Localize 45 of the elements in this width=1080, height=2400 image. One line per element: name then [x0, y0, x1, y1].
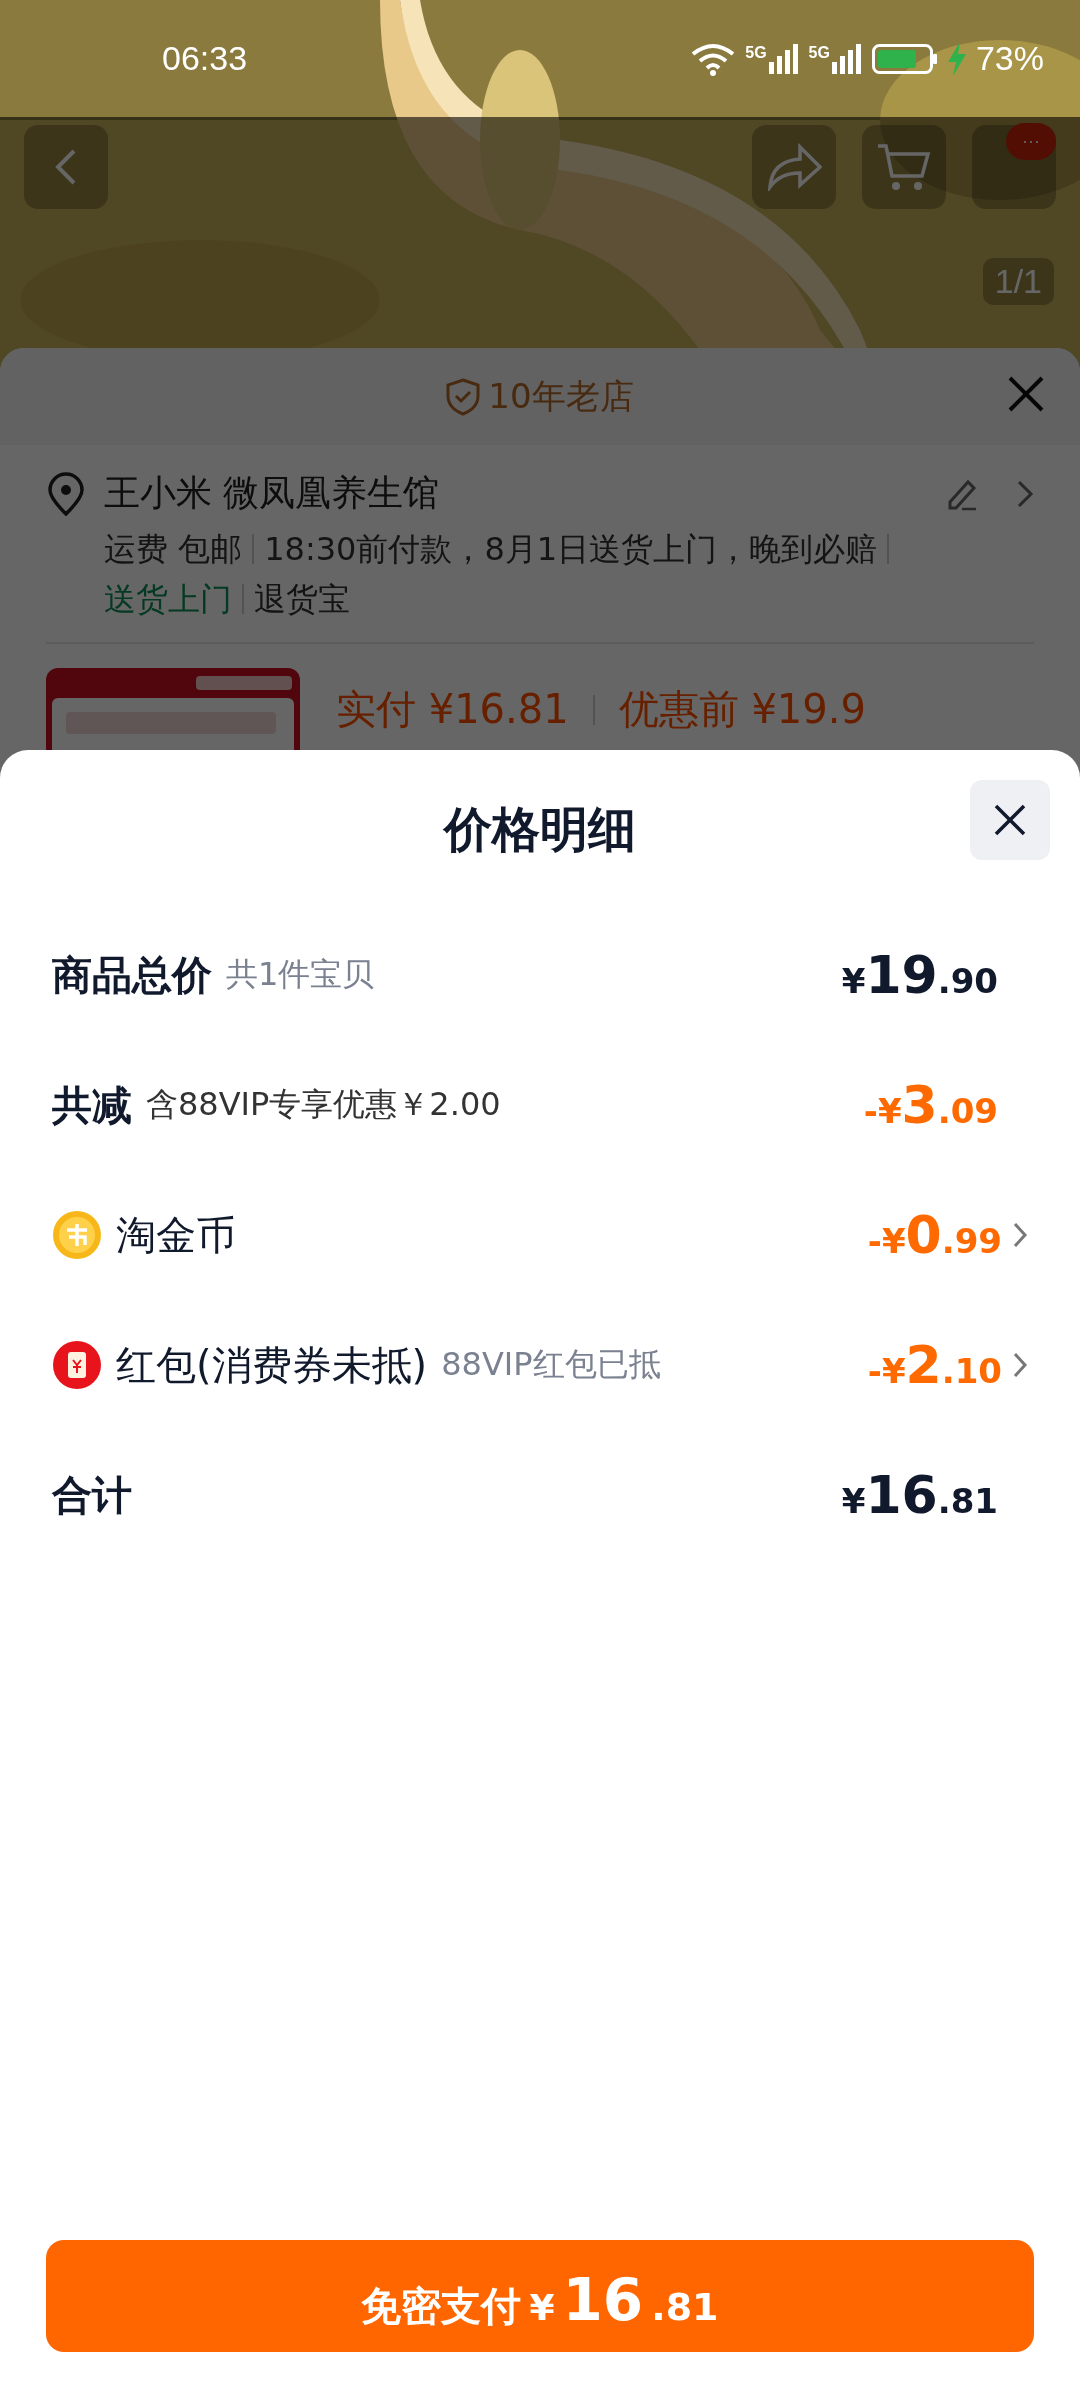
share-icon [766, 143, 822, 191]
shop-age-label: 10年老店 [488, 374, 634, 418]
chevron-right-icon[interactable] [1016, 478, 1034, 509]
price-note: 88VIP红包已抵 [441, 1344, 661, 1385]
battery-icon [871, 43, 938, 74]
price-label: 共减 [52, 1080, 132, 1130]
price-label: 淘金币 [116, 1210, 236, 1260]
status-time: 06:33 [162, 39, 248, 78]
sheet-title: 价格明细 [444, 800, 636, 859]
delivery-info: 运费 包邮 [104, 529, 243, 570]
address-name: 王小米 微凤凰养生馆 [104, 471, 440, 515]
price-amount: -¥3.09 [863, 1075, 998, 1135]
price-note: 含88VIP专享优惠￥2.00 [146, 1084, 501, 1125]
price-amount: -¥2.10 [867, 1335, 1002, 1395]
price-label: 红包(消费券未抵) [116, 1340, 428, 1390]
delivery-info: 18:30前付款，8月1日送货上门，晚到必赔 [264, 529, 878, 570]
shield-check-icon [446, 377, 481, 416]
network-label: 5G [808, 43, 830, 62]
service-tag: 退货宝 [254, 574, 350, 624]
signal-icon [768, 43, 799, 74]
price-amount: ¥16.81 [841, 1465, 998, 1525]
network-label: 5G [745, 43, 767, 62]
service-tag: 送货上门 [104, 574, 232, 624]
close-button[interactable] [970, 780, 1050, 860]
back-icon [54, 147, 78, 187]
envelope-icon [52, 1340, 102, 1390]
charging-icon [947, 41, 966, 76]
signal-icon [831, 43, 862, 74]
price-note: 共1件宝贝 [226, 954, 375, 995]
price-label: 商品总价 [52, 950, 212, 1000]
chevron-right-icon[interactable] [1012, 1221, 1028, 1249]
chevron-right-icon[interactable] [1012, 1351, 1028, 1379]
coin-icon [52, 1210, 102, 1260]
wifi-icon [691, 41, 736, 76]
location-pin-icon [46, 471, 86, 516]
close-icon [992, 802, 1028, 838]
price-label: 合计 [52, 1470, 132, 1520]
battery-percent: 73% [975, 39, 1044, 78]
close-icon [1006, 374, 1046, 414]
paid-price: 实付 ¥16.81 [336, 685, 569, 734]
price-amount: ¥19.90 [841, 945, 998, 1005]
cart-icon [876, 142, 932, 192]
price-amount: -¥0.99 [867, 1205, 1002, 1265]
pay-button[interactable]: 免密支付 ¥16.81 [46, 2240, 1034, 2352]
original-price: 优惠前 ¥19.9 [618, 685, 866, 734]
